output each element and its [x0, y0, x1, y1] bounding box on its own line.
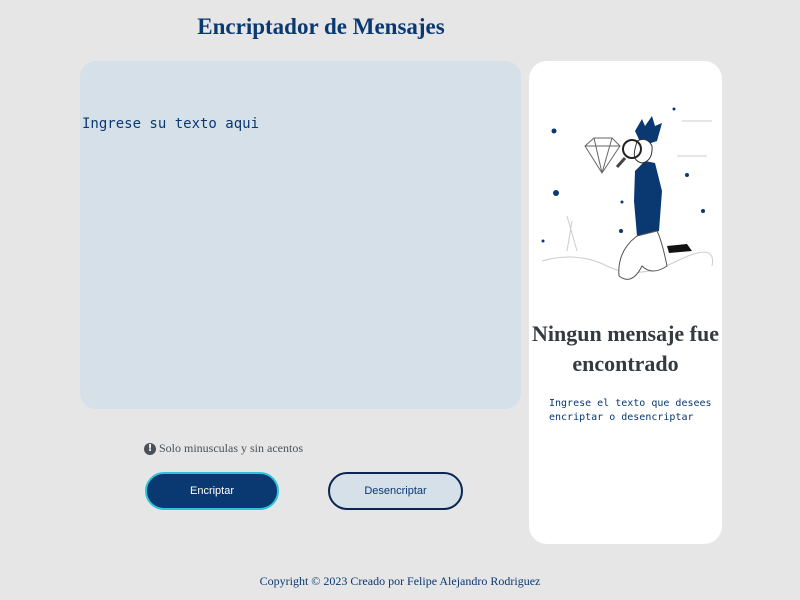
output-panel: Ningun mensaje fue encontrado Ingrese el… — [529, 61, 722, 544]
page-title: Encriptador de Mensajes — [197, 14, 445, 39]
message-input-container — [80, 61, 521, 409]
hint-text: Solo minusculas y sin acentos — [159, 441, 303, 455]
no-message-title: Ningun mensaje fue encontrado — [531, 321, 719, 376]
no-message-description: Ingrese el texto que desees encriptar o … — [549, 398, 712, 423]
message-input[interactable] — [80, 61, 521, 409]
search-illustration-icon — [541, 107, 714, 280]
input-hint: ! Solo minusculas y sin acentos — [144, 441, 303, 456]
footer-copyright: Copyright © 2023 Creado por Felipe Aleja… — [259, 574, 541, 588]
encrypt-button[interactable]: Encriptar — [145, 472, 279, 510]
exclamation-circle-icon: ! — [144, 442, 156, 455]
decrypt-button[interactable]: Desencriptar — [328, 472, 463, 510]
